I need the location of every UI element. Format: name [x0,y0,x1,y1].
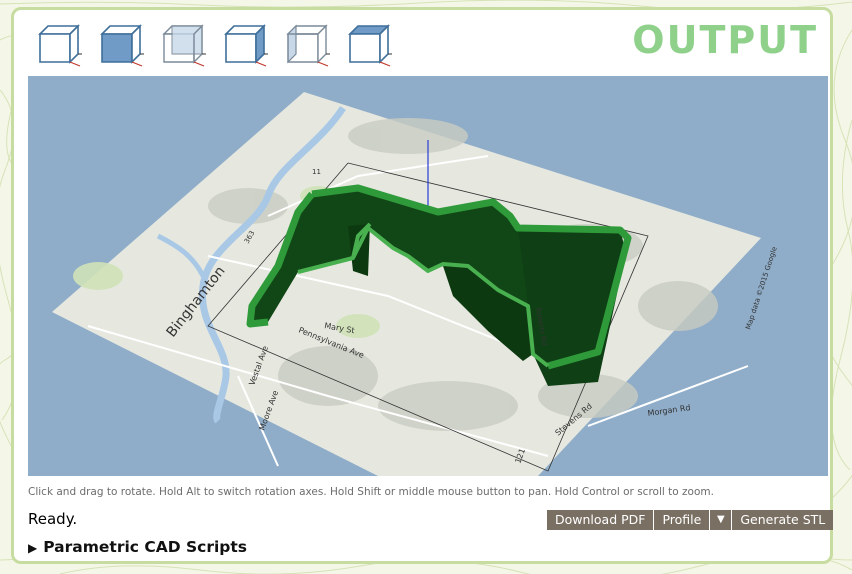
view-front-icon [100,24,144,67]
view-front-button[interactable] [96,22,144,68]
view-right-button[interactable] [220,22,268,68]
section-title: Parametric CAD Scripts [43,538,248,556]
terrain-model[interactable]: Binghamton Mary St Pennsylvania Ave Vest… [28,76,828,476]
generate-stl-button[interactable]: Generate STL [732,510,834,530]
map-label-morgan-rd: Morgan Rd [647,403,691,418]
output-title: OUTPUT [632,18,818,62]
output-panel: OUTPUT Binghamton Mary St Pennsylvania A… [11,7,834,564]
view-iso-icon [38,24,82,67]
view-top-button[interactable] [158,22,206,68]
action-bar: Download PDF Profile ▼ Generate STL [547,510,834,530]
download-pdf-button[interactable]: Download PDF [547,510,655,530]
map-copyright: Map data ©2015 Google [744,246,778,331]
view-iso-button[interactable] [34,22,82,68]
3d-viewport[interactable]: Binghamton Mary St Pennsylvania Ave Vest… [28,76,828,476]
navigation-hint: Click and drag to rotate. Hold Alt to sw… [28,486,714,498]
map-label-route-11: 11 [312,168,321,176]
profile-dropdown-icon[interactable]: ▼ [710,510,733,530]
view-back-button[interactable] [344,22,392,68]
view-left-icon [286,24,330,67]
profile-button[interactable]: Profile [654,510,711,530]
view-back-icon [348,24,392,67]
status-text: Ready. [28,510,78,528]
parametric-cad-toggle[interactable]: ▶ Parametric CAD Scripts [28,538,247,556]
view-right-icon [224,24,268,67]
expand-arrow-icon: ▶ [28,541,38,555]
view-left-button[interactable] [282,22,330,68]
view-top-icon [162,24,206,67]
